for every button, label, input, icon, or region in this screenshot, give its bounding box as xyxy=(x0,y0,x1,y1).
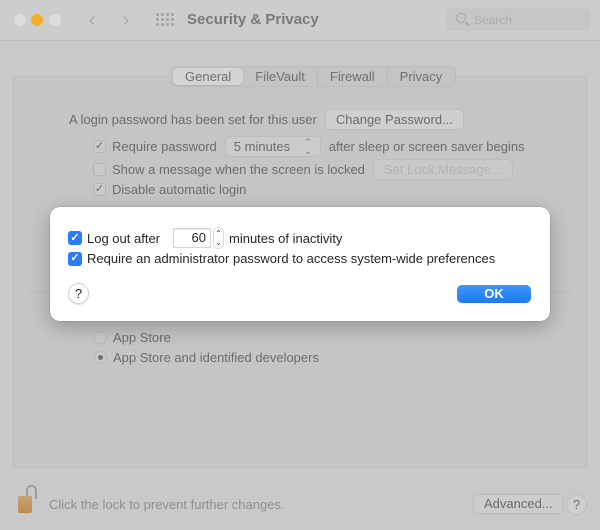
radio-label: App Store xyxy=(113,330,171,345)
forward-chevron-icon[interactable]: › xyxy=(118,9,134,31)
checkmark-icon: ✓ xyxy=(70,252,80,264)
radio-app-store-identified[interactable]: App Store and identified developers xyxy=(94,350,319,365)
logout-checkbox[interactable]: ✓ xyxy=(68,231,82,245)
advanced-button[interactable]: Advanced... xyxy=(473,494,564,514)
up-down-chevron-icon: ⌃ ⌄ xyxy=(304,136,312,156)
tab-filevault[interactable]: FileVault xyxy=(243,68,318,85)
back-chevron-icon[interactable]: ‹ xyxy=(84,9,100,31)
checkmark-icon: ✓ xyxy=(70,231,80,244)
tab-general[interactable]: General xyxy=(173,68,244,85)
search-input[interactable]: Search xyxy=(446,8,591,31)
login-password-row: A login password has been set for this u… xyxy=(69,109,464,130)
show-message-label: Show a message when the screen is locked xyxy=(112,162,365,177)
logout-label: Log out after xyxy=(87,230,160,246)
checkmark-icon: ✓ xyxy=(94,183,105,195)
ok-button[interactable]: OK xyxy=(457,285,531,303)
sheet-help-button[interactable]: ? xyxy=(68,283,89,304)
radio-app-store[interactable]: App Store xyxy=(94,330,171,345)
show-message-checkbox[interactable] xyxy=(93,163,106,176)
lock-status-text: Click the lock to prevent further change… xyxy=(49,497,285,512)
zoom-window-button[interactable] xyxy=(49,14,61,26)
popup-value: 5 minutes xyxy=(233,139,291,154)
radio-button[interactable] xyxy=(94,351,107,364)
radio-button[interactable] xyxy=(94,331,107,344)
disable-auto-login-checkbox[interactable]: ✓ xyxy=(93,183,106,196)
search-placeholder: Search xyxy=(474,13,513,27)
logout-row: ✓ Log out after 60 ⌃ ⌄ minutes of inacti… xyxy=(68,227,342,249)
require-password-suffix: after sleep or screen saver begins xyxy=(328,139,525,154)
tab-firewall[interactable]: Firewall xyxy=(318,68,388,85)
advanced-sheet-dialog: ✓ Log out after 60 ⌃ ⌄ minutes of inacti… xyxy=(50,207,550,321)
login-password-text: A login password has been set for this u… xyxy=(69,112,317,127)
require-password-checkbox[interactable]: ✓ xyxy=(93,140,106,153)
radio-label: App Store and identified developers xyxy=(113,350,319,365)
change-password-button[interactable]: Change Password... xyxy=(324,109,464,130)
logout-minutes-field[interactable]: 60 xyxy=(173,228,211,248)
stepper-down-icon[interactable]: ⌄ xyxy=(215,238,222,247)
stepper-up-icon[interactable]: ⌃ xyxy=(215,229,222,238)
checkmark-icon: ✓ xyxy=(94,140,105,152)
lock-icon[interactable] xyxy=(16,485,40,515)
require-admin-checkbox[interactable]: ✓ xyxy=(68,251,82,266)
help-button[interactable]: ? xyxy=(566,494,587,515)
logout-minutes-stepper[interactable]: ⌃ ⌄ xyxy=(213,227,224,249)
title-bar: ‹ › Security & Privacy Search xyxy=(0,0,600,41)
tab-bar: General FileVault Firewall Privacy xyxy=(171,66,457,87)
minimize-window-button[interactable] xyxy=(31,14,43,26)
require-admin-row: ✓ Require an administrator password to a… xyxy=(68,251,495,266)
close-window-button[interactable] xyxy=(14,14,26,26)
require-password-delay-popup[interactable]: 5 minutes ⌃ ⌄ xyxy=(224,136,321,157)
logout-suffix: minutes of inactivity xyxy=(229,230,343,246)
set-lock-message-button[interactable]: Set Lock Message... xyxy=(372,159,513,180)
show-all-grid-icon[interactable] xyxy=(156,13,174,26)
search-icon xyxy=(456,13,466,23)
require-password-row: ✓ Require password 5 minutes ⌃ ⌄ after sl… xyxy=(93,136,525,157)
require-password-label: Require password xyxy=(112,139,217,154)
window-title: Security & Privacy xyxy=(187,11,319,28)
show-message-row: Show a message when the screen is locked… xyxy=(93,159,513,180)
tab-privacy[interactable]: Privacy xyxy=(388,68,455,85)
disable-auto-login-row: ✓ Disable automatic login xyxy=(93,182,246,197)
disable-auto-login-label: Disable automatic login xyxy=(112,182,247,197)
require-admin-label: Require an administrator password to acc… xyxy=(87,251,496,266)
